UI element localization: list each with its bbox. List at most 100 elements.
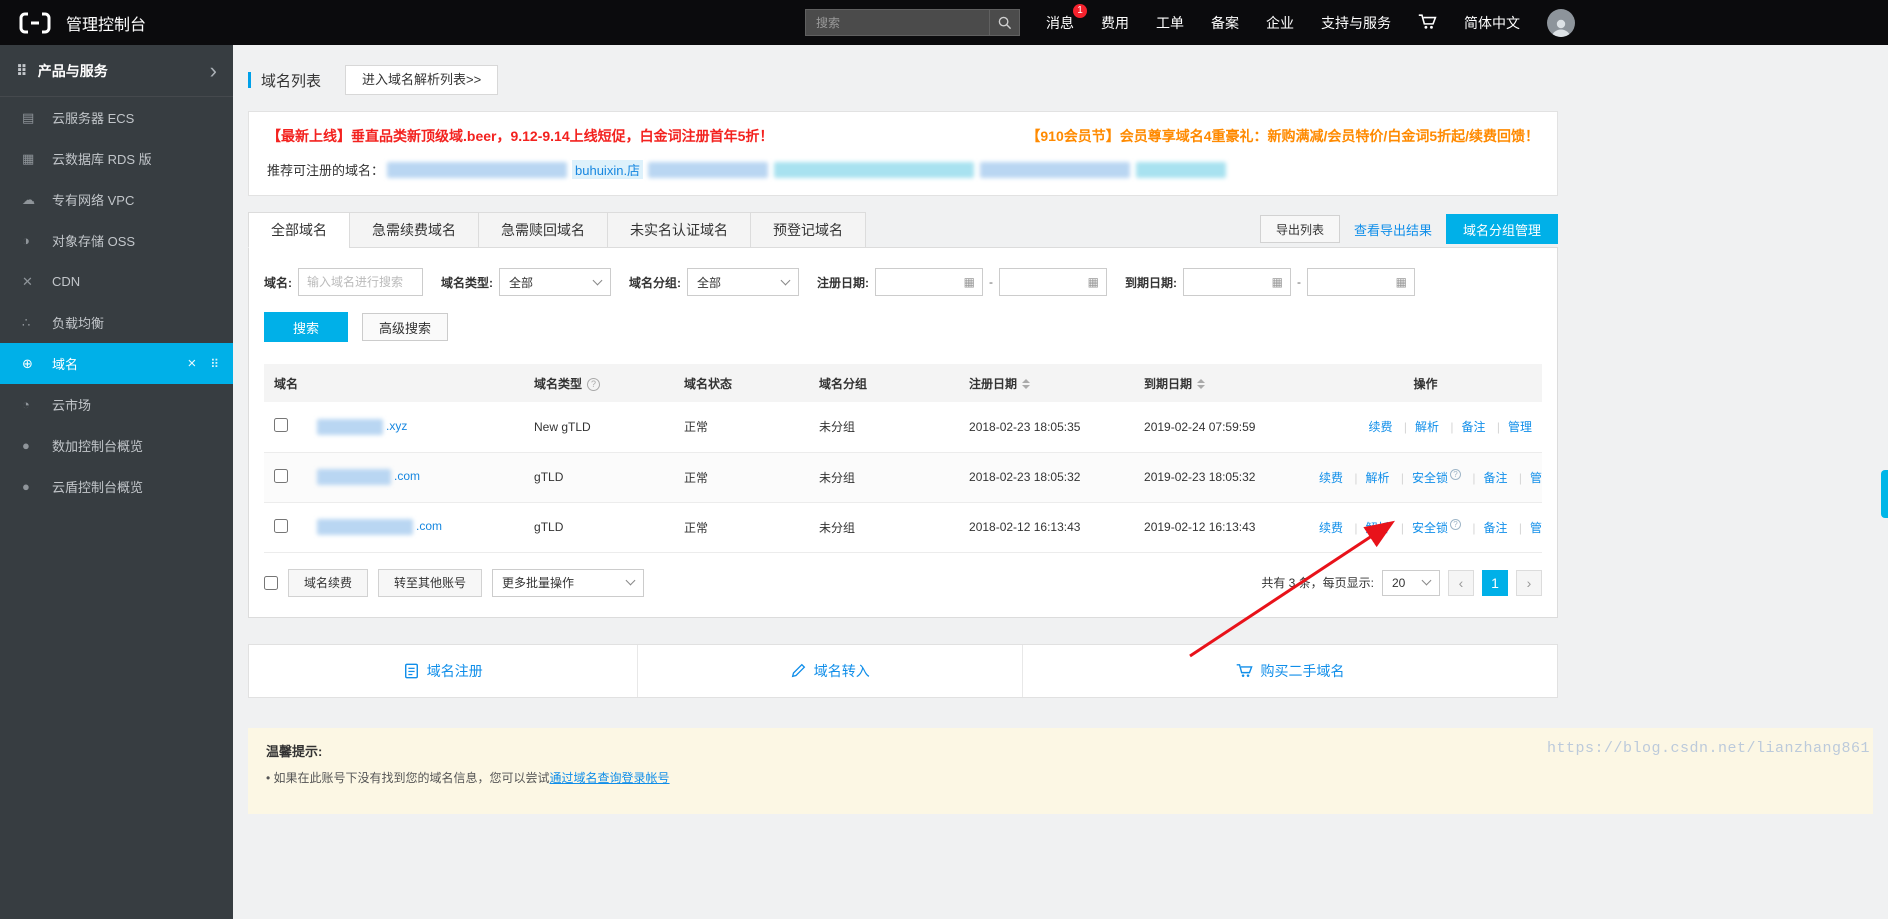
expire-date-end-input[interactable]: ▦: [1307, 268, 1415, 296]
row-checkbox[interactable]: [274, 418, 288, 433]
security-lock-link[interactable]: 安全锁: [1393, 468, 1461, 485]
sidebar-item-yundun-overview[interactable]: ● 云盾控制台概览: [0, 466, 233, 507]
chevron-down-icon: [592, 275, 603, 285]
header-domain-group-label: 域名分组: [819, 376, 868, 391]
tab-renew-urgent[interactable]: 急需续费域名: [349, 212, 479, 248]
nav-messages[interactable]: 消息 1: [1046, 3, 1087, 33]
advanced-search-button[interactable]: 高级搜索: [362, 313, 449, 341]
language-switcher[interactable]: 简体中文: [1464, 13, 1520, 33]
domain-status-cell: 正常: [674, 502, 810, 553]
transfer-account-button[interactable]: 转至其他账号: [378, 568, 483, 597]
remark-link[interactable]: 备注: [1464, 521, 1507, 535]
drag-handle-icon[interactable]: ⠿: [210, 357, 219, 371]
info-icon: [1450, 468, 1461, 480]
domain-suffix: .xyz: [386, 418, 408, 433]
renew-link[interactable]: 续费: [1319, 471, 1343, 485]
page-size-select[interactable]: 20: [1382, 569, 1440, 596]
renew-link[interactable]: 续费: [1369, 420, 1393, 434]
avatar[interactable]: [1547, 8, 1575, 37]
nav-billing[interactable]: 费用: [1101, 13, 1129, 33]
tab-all-domains[interactable]: 全部域名: [248, 212, 350, 248]
filter-actions: 搜索 高级搜索: [264, 312, 1542, 342]
sidebar-item-rds[interactable]: ▦ 云数据库 RDS 版: [0, 138, 233, 179]
dns-resolve-link[interactable]: 解析: [1396, 420, 1439, 434]
pencil-icon: [791, 663, 806, 678]
row-checkbox[interactable]: [274, 468, 288, 483]
sort-icon[interactable]: [1197, 379, 1206, 390]
sidebar-item-oss[interactable]: ◑ 对象存储 OSS: [0, 220, 233, 261]
aliyun-logo[interactable]: [18, 11, 52, 35]
search-input[interactable]: [806, 15, 989, 30]
prev-page-button[interactable]: ‹: [1448, 569, 1474, 596]
view-export-result-link[interactable]: 查看导出结果: [1354, 220, 1432, 239]
tips-text: 如果在此账号下没有找到您的域名信息，您可以尝试: [270, 770, 550, 785]
remark-link[interactable]: 备注: [1464, 471, 1507, 485]
sidebar-item-marketplace[interactable]: ◔ 云市场: [0, 384, 233, 425]
shujia-icon: ●: [22, 438, 30, 453]
domain-name-link[interactable]: .com: [314, 469, 420, 485]
batch-renew-button[interactable]: 域名续费: [288, 568, 369, 597]
sidebar-item-slb[interactable]: ∴ 负载均衡: [0, 302, 233, 343]
domain-name-link[interactable]: .com: [314, 519, 442, 535]
nav-support[interactable]: 支持与服务: [1321, 13, 1391, 33]
nav-enterprise[interactable]: 企业: [1266, 13, 1294, 33]
promo-right-text[interactable]: 【910会员节】会员尊享域名4重豪礼：新购满减/会员特价/白金词5折起/续费回馈…: [1026, 126, 1539, 146]
export-list-button[interactable]: 导出列表: [1259, 215, 1340, 243]
cart-icon[interactable]: [1418, 13, 1437, 33]
more-batch-actions-select[interactable]: 更多批量操作: [492, 568, 645, 597]
remark-link[interactable]: 备注: [1442, 420, 1486, 434]
nav-tickets[interactable]: 工单: [1156, 13, 1184, 33]
domain-register-action[interactable]: 域名注册: [249, 645, 637, 697]
header-domain-type: 域名类型: [524, 364, 675, 402]
reg-date-start-input[interactable]: ▦: [875, 268, 983, 296]
manage-link[interactable]: 管理: [1511, 521, 1542, 535]
help-icon[interactable]: [587, 377, 601, 391]
nav-icp-filing[interactable]: 备案: [1211, 13, 1239, 33]
censored-domain: [1136, 161, 1227, 178]
cart-icon: [1236, 664, 1253, 677]
sidebar-item-shujia-overview[interactable]: ● 数加控制台概览: [0, 425, 233, 466]
sort-icon[interactable]: [1022, 379, 1031, 390]
domain-type-select[interactable]: 全部: [499, 268, 611, 296]
reg-date-end-input[interactable]: ▦: [999, 268, 1107, 296]
domain-group-manage-button[interactable]: 域名分组管理: [1445, 214, 1558, 244]
domain-name-link[interactable]: .xyz: [314, 418, 408, 435]
page-header: 域名列表 进入域名解析列表>>: [248, 65, 1558, 95]
sidebar-item-ecs[interactable]: ▤ 云服务器 ECS: [0, 97, 233, 138]
tabs-toolbar: 导出列表 查看导出结果 域名分组管理: [1259, 214, 1558, 248]
security-lock-link[interactable]: 安全锁: [1393, 518, 1461, 535]
renew-link[interactable]: 续费: [1319, 521, 1343, 535]
current-page-button[interactable]: 1: [1482, 569, 1508, 596]
query-login-account-link[interactable]: 通过域名查询登录帐号: [550, 771, 670, 785]
sidebar-item-vpc[interactable]: ☁ 专有网络 VPC: [0, 179, 233, 220]
buy-secondhand-domain-action[interactable]: 购买二手域名: [1022, 644, 1557, 697]
domain-group-select[interactable]: 全部: [687, 268, 799, 296]
sidebar-item-cdn[interactable]: ✕ CDN: [0, 261, 233, 302]
domain-search-input[interactable]: [298, 268, 423, 296]
tab-preregistered[interactable]: 预登记域名: [750, 212, 866, 248]
search-button[interactable]: 搜索: [264, 312, 349, 342]
promo-left-text[interactable]: 【最新上线】垂直品类新顶级域.beer，9.12-9.14上线短促，白金词注册首…: [267, 126, 773, 146]
goto-dns-list-button[interactable]: 进入域名解析列表>>: [345, 65, 499, 95]
load-balancer-icon: ∴: [22, 314, 31, 330]
feedback-flap-button[interactable]: [1881, 470, 1888, 518]
domain-transfer-in-action[interactable]: 域名转入: [637, 644, 1022, 697]
recommend-domain-fragment[interactable]: buhuixin.店: [572, 160, 644, 179]
select-all-checkbox[interactable]: [264, 575, 278, 590]
dns-resolve-link[interactable]: 解析: [1346, 471, 1390, 485]
expire-date-cell: 2019-02-23 18:05:32: [1134, 452, 1310, 503]
dns-resolve-link-target[interactable]: 解析: [1346, 521, 1390, 535]
row-checkbox[interactable]: [274, 518, 288, 533]
console-brand[interactable]: 管理控制台: [66, 11, 146, 35]
search-icon[interactable]: [989, 10, 1019, 35]
tab-redeem-urgent[interactable]: 急需赎回域名: [478, 212, 608, 248]
close-icon[interactable]: ×: [187, 355, 196, 372]
next-page-button[interactable]: ›: [1516, 569, 1542, 596]
sidebar-products-header[interactable]: ⠿ 产品与服务 ›: [0, 45, 233, 97]
reg-date-filter-label: 注册日期:: [817, 275, 869, 290]
sidebar-item-domains[interactable]: ⊕ 域名 × ⠿: [0, 343, 233, 384]
manage-link[interactable]: 管理: [1489, 420, 1532, 434]
manage-link[interactable]: 管理: [1511, 471, 1542, 485]
tab-unverified[interactable]: 未实名认证域名: [607, 212, 751, 248]
expire-date-start-input[interactable]: ▦: [1183, 268, 1291, 296]
